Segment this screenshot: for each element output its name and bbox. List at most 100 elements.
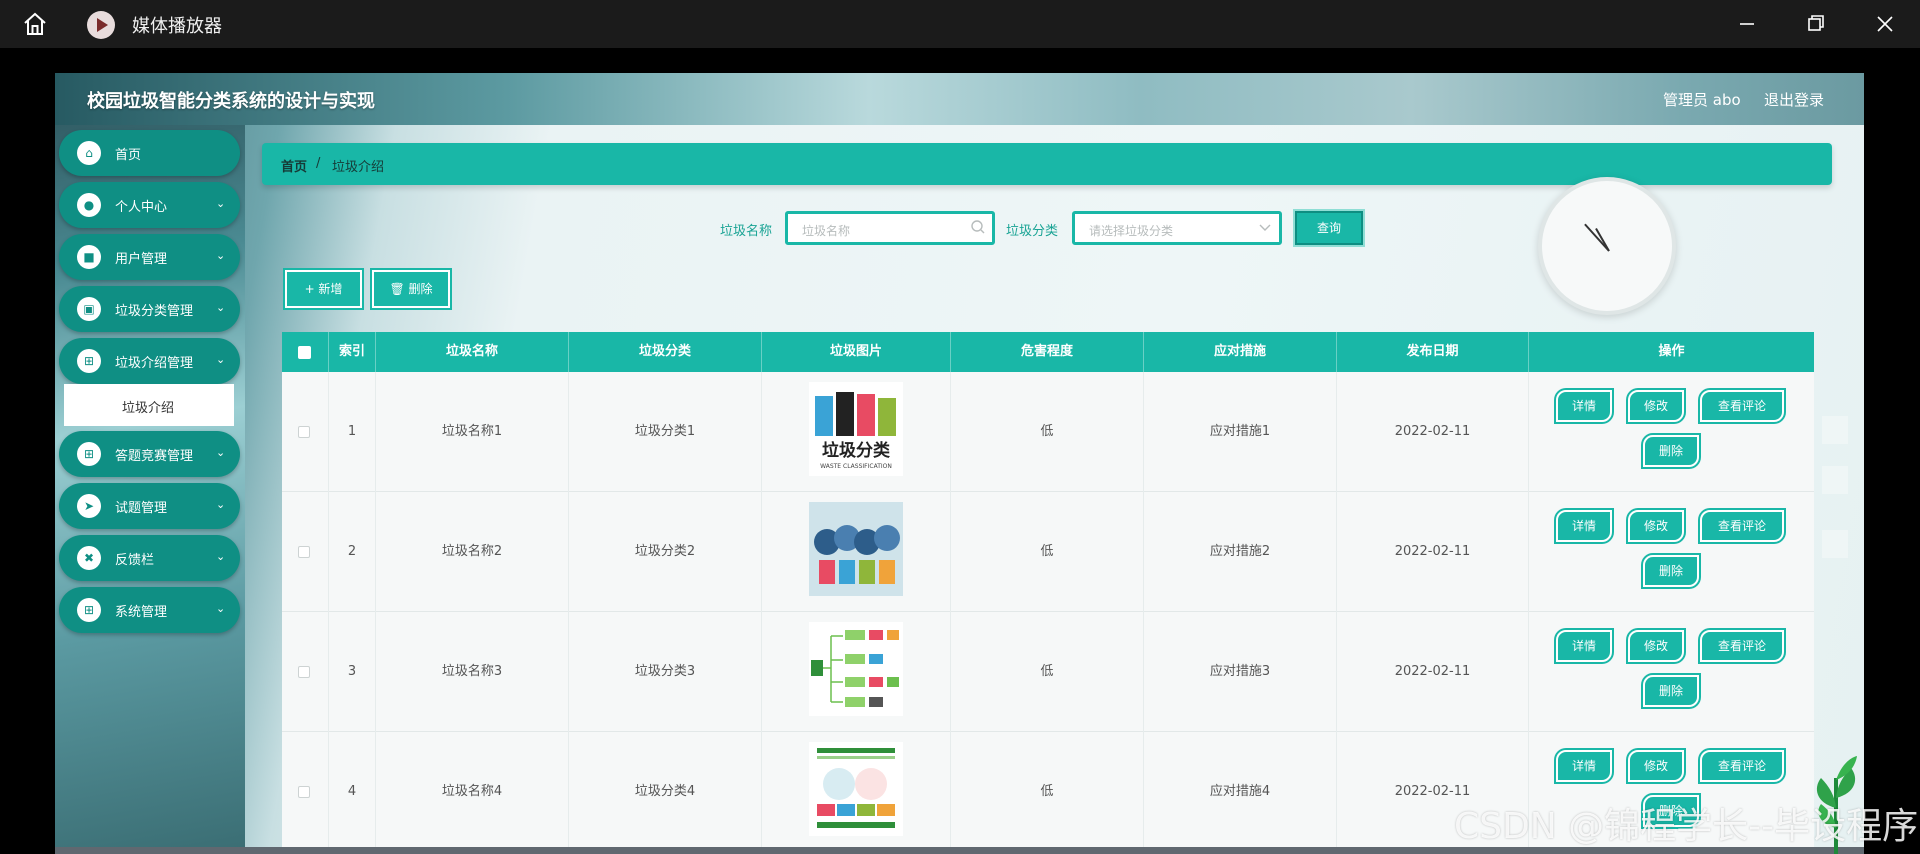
cell-index: 1 xyxy=(329,372,376,492)
table-row: 3 垃圾名称3 垃圾分类3 低 应对措施3 2022-02-11 详情 修改 查… xyxy=(282,612,1814,732)
query-button[interactable]: 查询 xyxy=(1295,211,1363,245)
submenu-label: 垃圾介绍 xyxy=(122,401,175,416)
logout-link[interactable]: 退出登录 xyxy=(1764,89,1824,110)
cell-hazard: 低 xyxy=(951,612,1144,732)
detail-button[interactable]: 详情 xyxy=(1556,630,1612,662)
sidebar-item-label: 用户管理 xyxy=(115,252,168,267)
garbage-classification-image: 垃圾分类 WASTE CLASSIFICATION xyxy=(809,382,903,476)
chevron-down-icon: ⌄ xyxy=(216,498,226,511)
sidebar-item-questions[interactable]: ➤ 试题管理 ⌄ xyxy=(59,483,240,529)
decoration-block xyxy=(1822,416,1848,444)
view-comments-button[interactable]: 查看评论 xyxy=(1700,390,1784,422)
row-checkbox[interactable] xyxy=(298,666,310,678)
submenu-item-garbage-intro[interactable]: 垃圾介绍 xyxy=(64,384,234,426)
sidebar-item-garbage-category[interactable]: ▣ 垃圾分类管理 ⌄ xyxy=(59,286,240,332)
garbage-guide-poster-image xyxy=(809,742,903,836)
chevron-down-icon: ⌄ xyxy=(216,550,226,563)
cell-actions: 详情 修改 查看评论 删除 xyxy=(1529,372,1814,492)
view-comments-button[interactable]: 查看评论 xyxy=(1700,510,1784,542)
column-header: 垃圾图片 xyxy=(762,332,951,372)
cell-name: 垃圾名称1 xyxy=(376,372,569,492)
chevron-down-icon: ⌄ xyxy=(216,197,226,210)
sidebar-item-system[interactable]: ⊞ 系统管理 ⌄ xyxy=(59,587,240,633)
sidebar-item-label: 答题竞赛管理 xyxy=(115,449,194,464)
select-all-checkbox[interactable] xyxy=(298,346,311,359)
cell-name: 垃圾名称4 xyxy=(376,732,569,852)
view-comments-button[interactable]: 查看评论 xyxy=(1700,750,1784,782)
category-select[interactable]: 请选择垃圾分类 xyxy=(1072,211,1282,245)
player-title: 媒体播放器 xyxy=(132,16,222,37)
clock-decoration xyxy=(1538,177,1676,315)
row-checkbox[interactable] xyxy=(298,546,310,558)
detail-button[interactable]: 详情 xyxy=(1556,510,1612,542)
edit-button[interactable]: 修改 xyxy=(1628,750,1684,782)
delete-button[interactable]: 删除 xyxy=(1643,675,1699,707)
cell-measure: 应对措施2 xyxy=(1144,492,1337,612)
home-icon[interactable] xyxy=(22,12,48,36)
cell-hazard: 低 xyxy=(951,492,1144,612)
header-select-all xyxy=(282,332,329,372)
edit-button[interactable]: 修改 xyxy=(1628,390,1684,422)
maximize-icon[interactable] xyxy=(1800,10,1830,38)
cell-actions: 详情 修改 查看评论 删除 xyxy=(1529,492,1814,612)
grid-icon: ⊞ xyxy=(77,349,101,373)
name-search-input[interactable]: 垃圾名称 xyxy=(785,211,995,245)
sidebar-item-garbage-intro[interactable]: ⊞ 垃圾介绍管理 ⌄ xyxy=(59,338,240,384)
cell-name: 垃圾名称2 xyxy=(376,492,569,612)
category-search-label: 垃圾分类 xyxy=(1006,224,1059,239)
cell-hazard: 低 xyxy=(951,732,1144,852)
edit-button[interactable]: 修改 xyxy=(1628,630,1684,662)
add-button[interactable]: + 新增 xyxy=(285,270,362,308)
sidebar-item-feedback[interactable]: ✖ 反馈栏 ⌄ xyxy=(59,535,240,581)
chevron-down-icon: ⌄ xyxy=(216,446,226,459)
breadcrumb-home[interactable]: 首页 xyxy=(281,156,307,175)
player-titlebar: 媒体播放器 xyxy=(0,0,1920,48)
sidebar-item-quiz[interactable]: ⊞ 答题竞赛管理 ⌄ xyxy=(59,431,240,477)
delete-button[interactable]: 删除 xyxy=(1643,435,1699,467)
close-icon[interactable] xyxy=(1870,10,1900,38)
grid-icon: ⊞ xyxy=(77,442,101,466)
sidebar-item-label: 垃圾分类管理 xyxy=(115,304,194,319)
sidebar-item-label: 反馈栏 xyxy=(115,553,155,568)
detail-button[interactable]: 详情 xyxy=(1556,750,1612,782)
view-comments-button[interactable]: 查看评论 xyxy=(1700,630,1784,662)
cell-index: 2 xyxy=(329,492,376,612)
admin-username: 管理员 abo xyxy=(1663,91,1741,109)
sidebar-item-users[interactable]: ■ 用户管理 ⌄ xyxy=(59,234,240,280)
media-player-logo-icon xyxy=(87,11,115,39)
breadcrumb-current: 垃圾介绍 xyxy=(332,160,385,175)
sidebar-item-label: 个人中心 xyxy=(115,200,168,215)
app-window: 校园垃圾智能分类系统的设计与实现 管理员 abo 退出登录 ⌂ 首页 ● 个人中… xyxy=(55,73,1864,854)
detail-button[interactable]: 详情 xyxy=(1556,390,1612,422)
csdn-watermark: CSDN @锦程学长--毕设程序 xyxy=(1454,806,1919,847)
cell-category: 垃圾分类1 xyxy=(569,372,762,492)
sidebar-item-profile[interactable]: ● 个人中心 ⌄ xyxy=(59,182,240,228)
column-header: 索引 xyxy=(329,332,376,372)
cell-image xyxy=(762,492,951,612)
chevron-down-icon: ⌄ xyxy=(216,353,226,366)
chevron-down-icon: ⌄ xyxy=(216,602,226,615)
breadcrumb-separator: / xyxy=(316,156,321,171)
cell-name: 垃圾名称3 xyxy=(376,612,569,732)
edit-button[interactable]: 修改 xyxy=(1628,510,1684,542)
sidebar-item-home[interactable]: ⌂ 首页 xyxy=(59,130,240,176)
row-select-cell xyxy=(282,372,329,492)
category-select-placeholder: 请选择垃圾分类 xyxy=(1089,224,1174,238)
minimize-icon[interactable] xyxy=(1732,10,1762,38)
row-checkbox[interactable] xyxy=(298,786,310,798)
sidebar-item-label: 首页 xyxy=(115,148,142,163)
garbage-table: 索引 垃圾名称 垃圾分类 垃圾图片 危害程度 应对措施 发布日期 操作 1 垃圾… xyxy=(282,332,1814,854)
row-checkbox[interactable] xyxy=(298,426,310,438)
batch-delete-button[interactable]: 🗑 删除 xyxy=(372,270,450,308)
row-select-cell xyxy=(282,612,329,732)
row-select-cell xyxy=(282,492,329,612)
cell-index: 4 xyxy=(329,732,376,852)
grid-icon: ⊞ xyxy=(77,598,101,622)
cell-image xyxy=(762,612,951,732)
cross-icon: ✖ xyxy=(77,546,101,570)
home-icon: ⌂ xyxy=(77,141,101,165)
column-header: 操作 xyxy=(1658,344,1685,359)
sidebar-item-label: 试题管理 xyxy=(115,501,168,516)
delete-button[interactable]: 删除 xyxy=(1643,555,1699,587)
decoration-block xyxy=(1822,466,1848,494)
